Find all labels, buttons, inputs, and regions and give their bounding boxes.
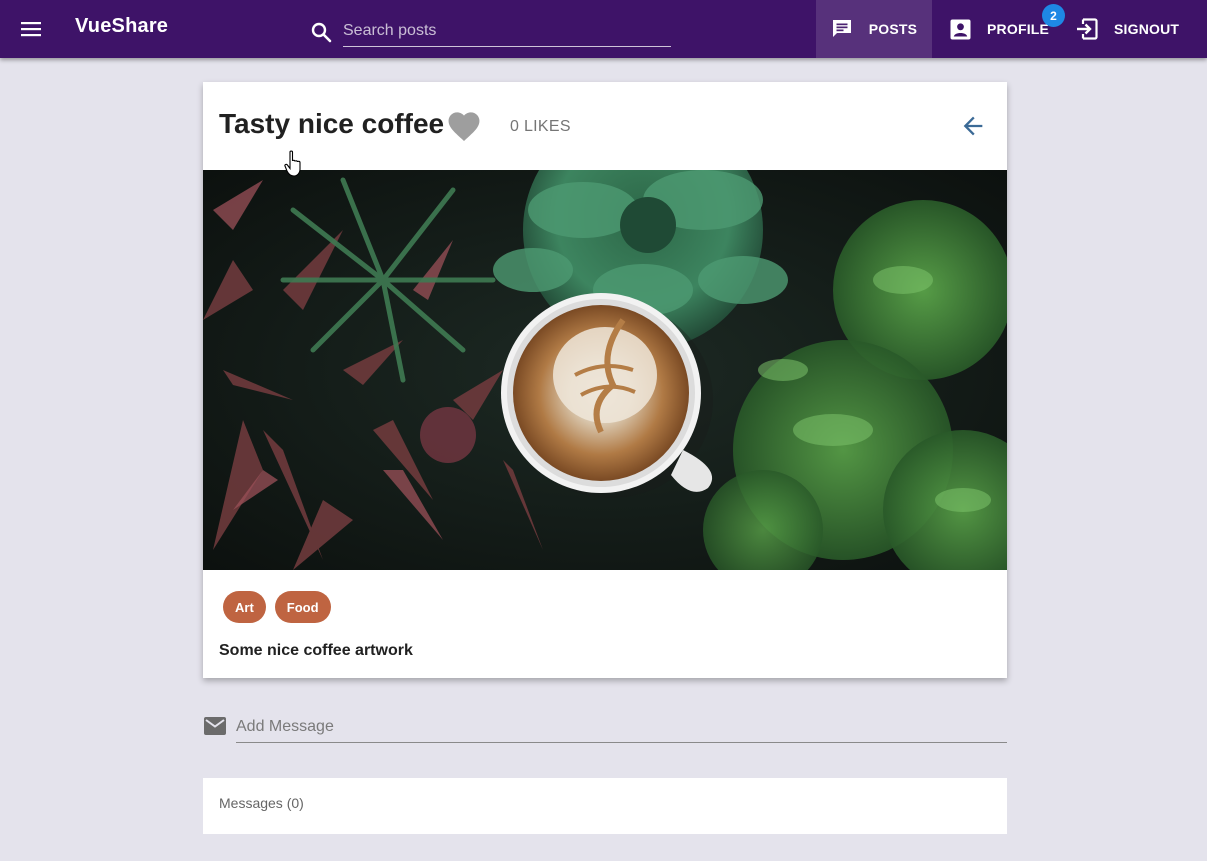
back-button[interactable] — [955, 108, 991, 144]
chat-icon — [832, 20, 851, 37]
nav-profile-label: PROFILE — [987, 21, 1050, 37]
nav-signout-button[interactable]: SIGNOUT — [1076, 0, 1179, 58]
post-image — [203, 170, 1007, 570]
add-message-input[interactable] — [236, 712, 1007, 743]
post-title: Tasty nice coffee — [219, 108, 445, 139]
menu-icon — [21, 22, 41, 37]
account-box-icon — [950, 19, 971, 39]
tag-chips: Art Food — [223, 591, 331, 623]
arrow-back-icon — [963, 116, 983, 136]
menu-button[interactable] — [14, 12, 48, 46]
search-field — [309, 14, 671, 50]
post-description: Some nice coffee artwork — [219, 642, 413, 659]
nav-posts-button[interactable]: POSTS — [816, 0, 932, 58]
app-title[interactable]: VueShare — [75, 15, 168, 38]
messages-count-label: Messages (0) — [219, 795, 304, 811]
mail-icon — [204, 717, 226, 735]
nav-signout-label: SIGNOUT — [1114, 21, 1180, 37]
likes-count: 0 LIKES — [510, 118, 571, 135]
like-button[interactable] — [446, 109, 482, 143]
nav-posts-label: POSTS — [868, 21, 918, 37]
exit-icon — [1077, 18, 1098, 40]
app-toolbar: VueShare POSTS PROFILE 2 — [0, 0, 1207, 58]
tag-chip-art[interactable]: Art — [223, 591, 266, 623]
tag-chip-food[interactable]: Food — [274, 591, 331, 623]
post-card: Tasty nice coffee 0 LIKES Art Food Some … — [203, 82, 1007, 678]
heart-icon — [448, 112, 480, 141]
profile-badge: 2 — [1042, 4, 1065, 27]
search-input[interactable] — [343, 16, 671, 47]
nav-profile-button[interactable]: PROFILE — [950, 0, 1049, 58]
messages-panel: Messages (0) — [203, 778, 1007, 834]
search-icon — [311, 22, 332, 43]
